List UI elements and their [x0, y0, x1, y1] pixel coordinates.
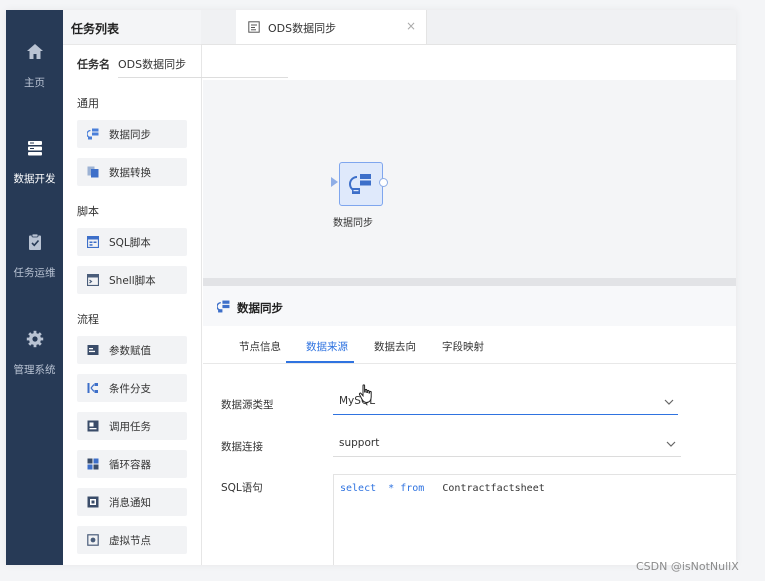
app-window: 主页 数据开发 任务运维 管理系统 任务列表 任务名 ODS数据同步 通用 数据…: [6, 10, 736, 565]
nav-item-data-dev[interactable]: 数据开发: [6, 138, 63, 186]
watermark: CSDN @isNotNullX: [636, 560, 739, 573]
data-transform-icon: [87, 166, 99, 178]
palette-label-data-transform: 数据转换: [109, 167, 151, 179]
node-properties-panel: 数据同步 节点信息 数据来源 数据去向 字段映射 数据源类型 MySQL 数据连…: [203, 286, 736, 565]
palette-item-message-notify[interactable]: 消息通知: [77, 488, 187, 516]
clipboard-check-icon: [28, 233, 41, 250]
palette-label-param-assign: 参数赋值: [109, 345, 151, 357]
chevron-down-icon: [666, 441, 676, 447]
document-icon: [248, 21, 260, 33]
input-port[interactable]: [331, 177, 338, 187]
nav-item-task-ops[interactable]: 任务运维: [6, 232, 63, 280]
chevron-down-icon: [664, 399, 674, 405]
properties-tabs: 节点信息 数据来源 数据去向 字段映射: [203, 326, 736, 364]
properties-title: 数据同步: [237, 301, 283, 315]
sql-keyword-from: from: [400, 483, 425, 494]
panel-splitter[interactable]: [203, 278, 736, 286]
nav-item-admin[interactable]: 管理系统: [6, 329, 63, 377]
palette-label-virtual-node: 虚拟节点: [109, 535, 151, 547]
canvas-node-data-sync[interactable]: [339, 162, 383, 206]
palette-item-loop-container[interactable]: 循环容器: [77, 450, 187, 478]
palette-item-data-transform[interactable]: 数据转换: [77, 158, 187, 186]
properties-header: 数据同步: [203, 286, 736, 326]
gear-icon: [26, 330, 43, 348]
tab-ods-data-sync[interactable]: ODS数据同步 ×: [236, 10, 427, 44]
data-sync-icon: [87, 128, 99, 140]
source-type-label: 数据源类型: [221, 399, 274, 411]
nav-label-home: 主页: [24, 77, 45, 89]
data-sync-icon: [349, 174, 371, 194]
sql-table-name: Contractfactsheet: [442, 483, 545, 494]
home-icon: [26, 44, 43, 59]
connection-label: 数据连接: [221, 441, 263, 453]
tab-data-source[interactable]: 数据来源: [306, 339, 348, 354]
nav-label-task-ops: 任务运维: [13, 267, 56, 279]
palette-item-call-task[interactable]: 调用任务: [77, 412, 187, 440]
sql-editor[interactable]: select * from Contractfactsheet: [333, 474, 736, 565]
nav-label-data-dev: 数据开发: [13, 173, 56, 185]
flow-canvas[interactable]: 数据同步: [203, 80, 736, 280]
tab-field-mapping[interactable]: 字段映射: [442, 339, 484, 354]
nav-label-admin: 管理系统: [13, 364, 56, 376]
sql-label: SQL语句: [221, 482, 263, 494]
message-notify-icon: [87, 496, 99, 508]
nav-item-home[interactable]: 主页: [6, 42, 63, 90]
palette-label-loop-container: 循环容器: [109, 459, 151, 471]
palette-label-message-notify: 消息通知: [109, 497, 151, 509]
palette-item-param-assign[interactable]: 参数赋值: [77, 336, 187, 364]
tab-node-info[interactable]: 节点信息: [239, 339, 281, 354]
group-label-common: 通用: [77, 97, 99, 110]
sql-code: select * from Contractfactsheet: [340, 483, 545, 494]
group-label-flow: 流程: [77, 313, 99, 326]
palette-item-shell-script[interactable]: Shell脚本: [77, 266, 187, 294]
palette-item-sql-script[interactable]: SQL脚本: [77, 228, 187, 256]
close-icon[interactable]: ×: [406, 19, 416, 33]
sql-script-icon: [87, 236, 99, 248]
palette-label-call-task: 调用任务: [109, 421, 151, 433]
virtual-node-icon: [87, 534, 99, 546]
source-type-select[interactable]: MySQL: [333, 390, 678, 415]
palette-item-virtual-node[interactable]: 虚拟节点: [77, 526, 187, 554]
param-assign-icon: [87, 345, 99, 355]
shell-script-icon: [87, 274, 99, 286]
tab-data-target[interactable]: 数据去向: [374, 339, 416, 354]
loop-container-icon: [87, 458, 99, 470]
node-palette: 通用 数据同步 数据转换 脚本 SQL脚本 Shell脚本 流程 参数赋值 条件…: [63, 10, 201, 565]
active-tab-indicator: [286, 361, 354, 363]
sql-keyword-select: select: [340, 483, 377, 494]
palette-label-data-sync: 数据同步: [109, 129, 151, 141]
hand-pointer-icon: [358, 384, 372, 404]
palette-item-data-sync[interactable]: 数据同步: [77, 120, 187, 148]
call-task-icon: [87, 420, 99, 432]
palette-label-shell-script: Shell脚本: [109, 275, 156, 287]
output-port[interactable]: [379, 178, 388, 187]
data-sync-icon: [217, 300, 230, 313]
palette-label-sql-script: SQL脚本: [109, 237, 151, 249]
tab-label: ODS数据同步: [268, 22, 337, 35]
main-nav: 主页 数据开发 任务运维 管理系统: [6, 10, 63, 565]
group-label-script: 脚本: [77, 205, 99, 218]
palette-label-condition-branch: 条件分支: [109, 383, 151, 395]
server-icon: [27, 141, 42, 156]
connection-value: support: [339, 437, 380, 449]
canvas-node-label: 数据同步: [333, 218, 373, 229]
palette-item-condition-branch[interactable]: 条件分支: [77, 374, 187, 402]
condition-branch-icon: [87, 383, 98, 393]
connection-select[interactable]: support: [333, 432, 681, 457]
sql-star: *: [388, 483, 395, 494]
editor-tab-bar: ODS数据同步 ×: [201, 10, 736, 45]
